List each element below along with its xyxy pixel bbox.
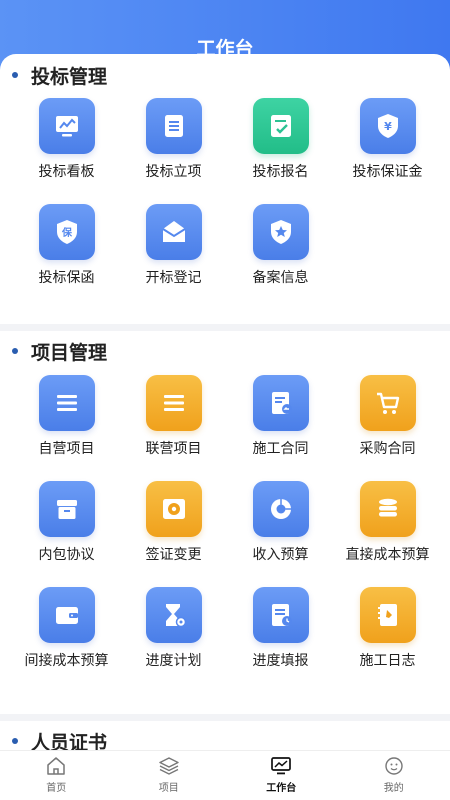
home-icon bbox=[47, 757, 65, 775]
tab-label: 首页 bbox=[46, 783, 67, 794]
menu-item-bid-board[interactable]: 投标看板 bbox=[13, 94, 120, 200]
menu-item-label: 自营项目 bbox=[38, 440, 95, 456]
menu-item-bid-signup[interactable]: 投标报名 bbox=[227, 94, 334, 200]
menu-item-label: 采购合同 bbox=[359, 440, 416, 456]
workbench-scroll[interactable]: 投标管理 投标看板 投标立项 投标报名 ¥ 投标保证金 保 投标保函 开标登记 … bbox=[0, 54, 450, 750]
menu-item-label: 间接成本预算 bbox=[24, 652, 109, 668]
menu-item-filing-info[interactable]: 备案信息 bbox=[227, 200, 334, 306]
cart-icon bbox=[359, 375, 416, 431]
menu-item-label: 签证变更 bbox=[145, 546, 202, 562]
menu-item-label: 投标保证金 bbox=[352, 163, 423, 179]
menu-item-label: 施工日志 bbox=[359, 652, 416, 668]
bullet-dot bbox=[12, 348, 18, 354]
menu-item-label: 联营项目 bbox=[145, 440, 202, 456]
tab-mine[interactable]: 我的 bbox=[338, 751, 450, 800]
section-certificates: 人员证书 bbox=[0, 721, 450, 750]
project-grid: 自营项目 联营项目 施工合同 采购合同 内包协议 签证变更 收入预算 直接成本预… bbox=[0, 371, 450, 689]
menu-item-label: 备案信息 bbox=[252, 269, 309, 285]
menu-item-income-budget[interactable]: 收入预算 bbox=[227, 477, 334, 583]
pie-chart-icon bbox=[252, 481, 309, 537]
menu-item-label: 开标登记 bbox=[145, 269, 202, 285]
tab-projects[interactable]: 项目 bbox=[113, 751, 226, 800]
svg-text:¥: ¥ bbox=[384, 120, 392, 133]
bottom-tabbar: 首页 项目 工作台 我的 bbox=[0, 750, 450, 800]
yuan-shield-icon: ¥ bbox=[359, 98, 416, 154]
contract-arrow-icon bbox=[252, 375, 309, 431]
coin-stack-icon bbox=[359, 481, 416, 537]
menu-item-label: 内包协议 bbox=[38, 546, 95, 562]
menu-item-schedule-plan[interactable]: 进度计划 bbox=[120, 583, 227, 689]
monitor-chart-icon bbox=[271, 757, 292, 775]
menu-item-bid-guarantee[interactable]: 保 投标保函 bbox=[13, 200, 120, 306]
menu-item-label: 进度填报 bbox=[252, 652, 309, 668]
section-bidding: 投标管理 投标看板 投标立项 投标报名 ¥ 投标保证金 保 投标保函 开标登记 … bbox=[0, 54, 450, 324]
smile-face-icon bbox=[385, 757, 403, 775]
bullet-dot bbox=[12, 72, 18, 78]
tab-home[interactable]: 首页 bbox=[0, 751, 113, 800]
wallet-icon bbox=[38, 587, 95, 643]
section-title: 项目管理 bbox=[31, 342, 108, 364]
menu-item-label: 投标报名 bbox=[252, 163, 309, 179]
menu-item-construction-contract[interactable]: 施工合同 bbox=[227, 371, 334, 477]
bullet-dot bbox=[12, 738, 18, 744]
menu-item-label: 施工合同 bbox=[252, 440, 309, 456]
menu-item-subcontract[interactable]: 内包协议 bbox=[13, 477, 120, 583]
menu-item-visa-change[interactable]: 签证变更 bbox=[120, 477, 227, 583]
menu-item-self-project[interactable]: 自营项目 bbox=[13, 371, 120, 477]
list-lines-icon bbox=[38, 375, 95, 431]
hourglass-gear-icon bbox=[145, 587, 202, 643]
menu-item-progress-report[interactable]: 进度填报 bbox=[227, 583, 334, 689]
layers-icon bbox=[159, 757, 179, 775]
signup-check-icon bbox=[252, 98, 309, 154]
list-lines-icon bbox=[145, 375, 202, 431]
report-clock-icon bbox=[252, 587, 309, 643]
menu-item-label: 直接成本预算 bbox=[345, 546, 430, 562]
document-list-icon bbox=[145, 98, 202, 154]
menu-item-construction-log[interactable]: 施工日志 bbox=[334, 583, 441, 689]
menu-item-label: 进度计划 bbox=[145, 652, 202, 668]
section-header: 人员证书 bbox=[0, 721, 450, 750]
box-icon bbox=[38, 481, 95, 537]
menu-item-label: 投标立项 bbox=[145, 163, 202, 179]
menu-item-label: 投标保函 bbox=[38, 269, 95, 285]
tab-label: 我的 bbox=[383, 783, 404, 794]
menu-item-purchase-contract[interactable]: 采购合同 bbox=[334, 371, 441, 477]
chart-board-icon bbox=[38, 98, 95, 154]
menu-item-label: 投标看板 bbox=[38, 163, 95, 179]
tab-label: 项目 bbox=[158, 783, 179, 794]
menu-item-direct-cost-budget[interactable]: 直接成本预算 bbox=[334, 477, 441, 583]
tab-label: 工作台 bbox=[266, 783, 297, 794]
menu-item-indirect-cost-budget[interactable]: 间接成本预算 bbox=[13, 583, 120, 689]
menu-item-label: 收入预算 bbox=[252, 546, 309, 562]
log-book-icon bbox=[359, 587, 416, 643]
safe-icon bbox=[145, 481, 202, 537]
tab-workbench[interactable]: 工作台 bbox=[225, 751, 338, 800]
section-project: 项目管理 自营项目 联营项目 施工合同 采购合同 内包协议 签证变更 收入预算 … bbox=[0, 331, 450, 714]
envelope-open-icon bbox=[145, 204, 202, 260]
bidding-grid: 投标看板 投标立项 投标报名 ¥ 投标保证金 保 投标保函 开标登记 备案信息 bbox=[0, 94, 450, 306]
menu-item-bid-deposit[interactable]: ¥ 投标保证金 bbox=[334, 94, 441, 200]
menu-item-bid-project[interactable]: 投标立项 bbox=[120, 94, 227, 200]
section-title: 投标管理 bbox=[31, 66, 108, 88]
section-header: 项目管理 bbox=[0, 331, 450, 371]
star-badge-icon bbox=[252, 204, 309, 260]
section-title: 人员证书 bbox=[31, 732, 108, 751]
section-header: 投标管理 bbox=[0, 54, 450, 94]
menu-item-joint-project[interactable]: 联营项目 bbox=[120, 371, 227, 477]
guarantee-shield-icon: 保 bbox=[38, 204, 95, 260]
svg-text:保: 保 bbox=[61, 226, 73, 239]
menu-item-bid-opening[interactable]: 开标登记 bbox=[120, 200, 227, 306]
